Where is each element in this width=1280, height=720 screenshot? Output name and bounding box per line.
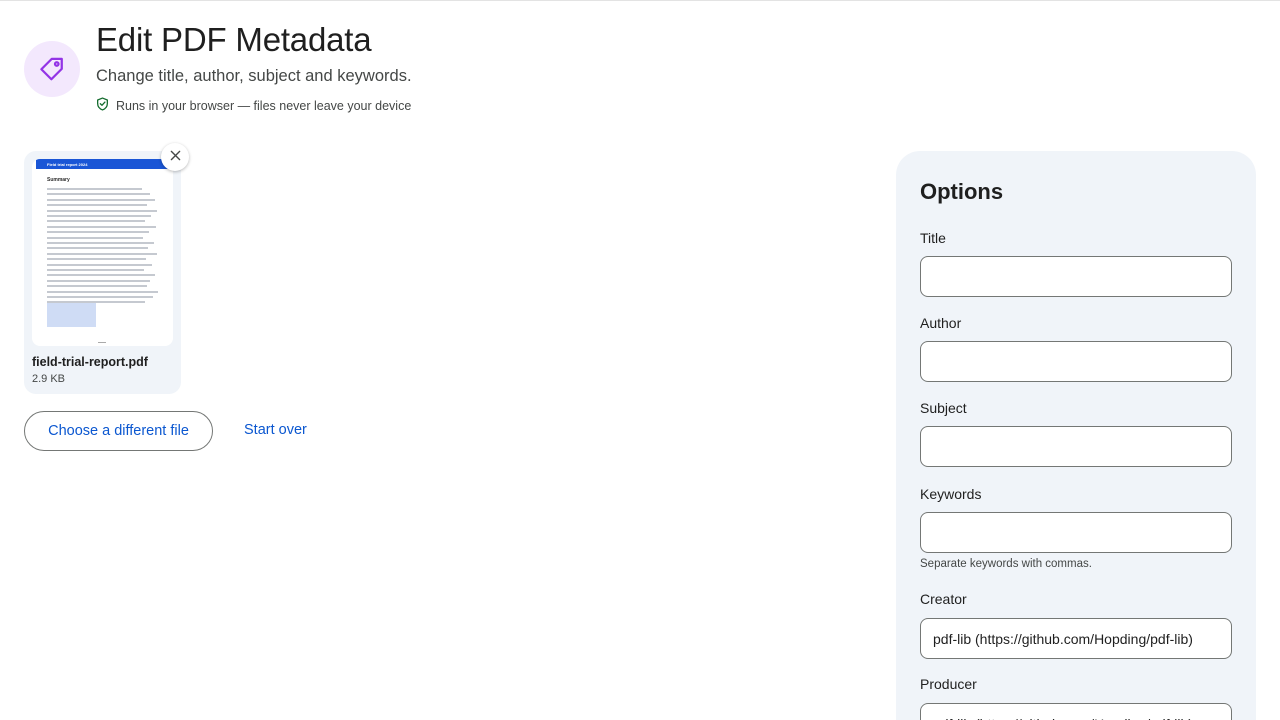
thumbnail-text-line (47, 247, 148, 250)
tag-icon (24, 41, 80, 97)
subject-input[interactable] (920, 426, 1232, 467)
thumbnail-text-line (47, 236, 143, 239)
thumbnail-text-line (47, 215, 151, 217)
thumbnail-text-line (47, 252, 157, 255)
thumbnail-text-line (47, 279, 150, 282)
thumbnail-text-line (47, 242, 154, 244)
page-title: Edit PDF Metadata (96, 21, 372, 58)
thumbnail-text-line (47, 220, 145, 223)
file-size: 2.9 KB (32, 373, 66, 385)
options-panel: Options Title Author Subject Keywords Se… (896, 151, 1256, 720)
thumbnail-text-line (47, 209, 157, 212)
author-input[interactable] (920, 341, 1232, 382)
thumbnail-text-line (47, 204, 147, 207)
privacy-note: Runs in your browser — files never leave… (96, 97, 411, 114)
creator-label: Creator (920, 591, 967, 607)
producer-input[interactable] (920, 703, 1232, 720)
keywords-hint: Separate keywords with commas. (920, 558, 1092, 570)
thumbnail-text-line (47, 231, 149, 234)
file-card: Field trial report 2024 Summary field-tr… (24, 151, 181, 394)
options-title: Options (920, 179, 1004, 204)
thumbnail-text-line (47, 225, 156, 228)
keywords-label: Keywords (920, 486, 982, 502)
producer-label: Producer (920, 676, 977, 692)
remove-file-button[interactable] (161, 143, 189, 171)
thumbnail-banner: Field trial report 2024 (36, 159, 169, 169)
title-label: Title (920, 230, 946, 246)
pdf-thumbnail: Field trial report 2024 Summary (32, 159, 173, 346)
creator-input[interactable] (920, 618, 1232, 659)
subject-label: Subject (920, 400, 967, 416)
thumbnail-text-line (47, 290, 158, 293)
thumbnail-text-line (47, 274, 155, 277)
choose-different-file-button[interactable]: Choose a different file (24, 411, 213, 451)
title-input[interactable] (920, 256, 1232, 297)
author-label: Author (920, 315, 962, 331)
close-icon (170, 148, 181, 166)
thumbnail-text-line (47, 193, 150, 196)
keywords-input[interactable] (920, 512, 1232, 553)
thumbnail-text-line (47, 263, 152, 266)
shield-check-icon (96, 97, 109, 114)
thumbnail-page-number (98, 342, 106, 343)
thumbnail-text-line (47, 198, 155, 201)
page-subtitle: Change title, author, subject and keywor… (96, 67, 412, 85)
thumbnail-heading: Summary (47, 177, 70, 183)
thumbnail-text-line (47, 296, 153, 298)
start-over-link[interactable]: Start over (244, 422, 307, 438)
thumbnail-text-line (47, 258, 146, 261)
thumbnail-image-block (47, 303, 96, 327)
privacy-note-text: Runs in your browser — files never leave… (116, 98, 412, 113)
thumbnail-text-line (47, 188, 142, 190)
file-name: field-trial-report.pdf (32, 355, 148, 369)
thumbnail-text-line (47, 269, 144, 271)
thumbnail-text-line (47, 285, 147, 288)
